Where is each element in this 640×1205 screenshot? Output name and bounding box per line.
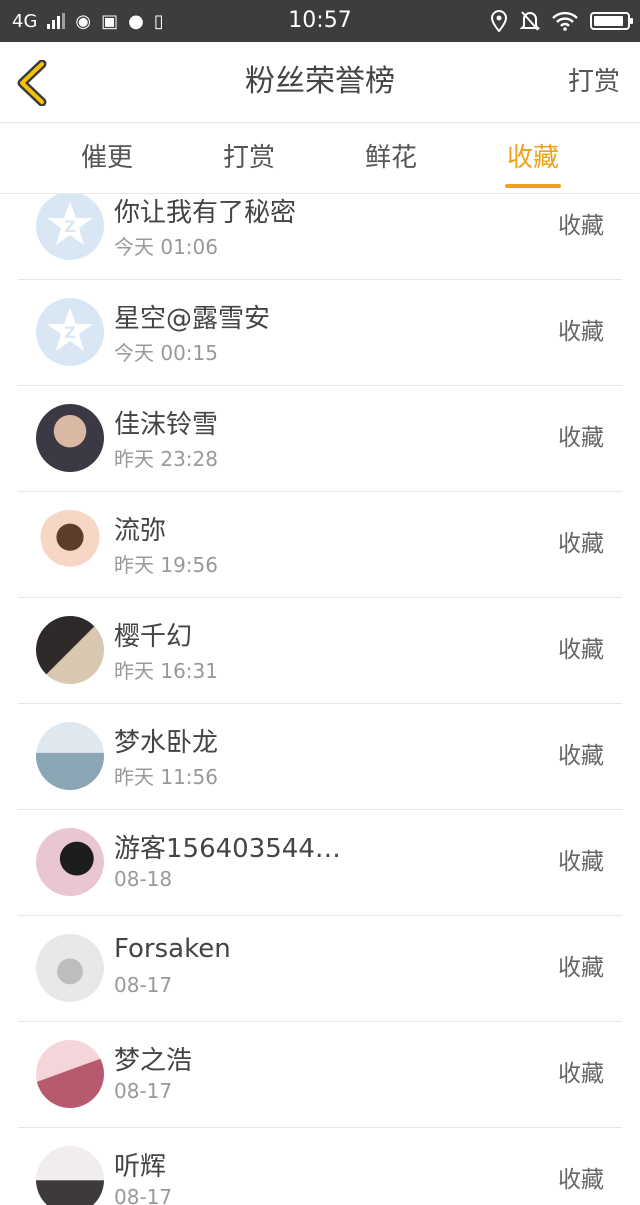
action-label: 收藏 — [558, 849, 604, 875]
list-item[interactable]: 流弥 昨天 19:56 收藏 — [18, 492, 622, 598]
tab-flowers[interactable]: 鲜花 — [320, 123, 462, 193]
user-name: 佳沫铃雪 — [114, 410, 219, 440]
user-name: 星空@露雪安 — [114, 304, 271, 334]
action-time: 昨天 19:56 — [114, 553, 218, 577]
avatar: Z — [36, 194, 104, 260]
list-item[interactable]: Forsaken 08-17 收藏 — [18, 916, 622, 1022]
action-time: 08-17 — [114, 973, 173, 997]
page-title: 粉丝荣誉榜 — [245, 64, 395, 99]
avatar — [36, 722, 104, 790]
list-item[interactable]: 佳沫铃雪 昨天 23:28 收藏 — [18, 386, 622, 492]
avatar — [36, 1146, 104, 1205]
status-bar: 4G ◉ ▣ ● ▯ 10:57 — [0, 0, 640, 42]
back-arrow-icon — [17, 59, 47, 107]
action-time: 08-17 — [114, 1185, 173, 1205]
action-label: 收藏 — [558, 743, 604, 769]
action-label: 收藏 — [558, 531, 604, 557]
default-avatar-icon: Z — [47, 308, 93, 351]
user-name: 你让我有了秘密 — [114, 198, 297, 228]
tab-bar: 催更 打赏 鲜花 收藏 — [0, 123, 640, 194]
user-name: 樱千幻 — [114, 622, 193, 652]
action-time: 08-17 — [114, 1079, 173, 1103]
tab-urge[interactable]: 催更 — [36, 123, 178, 193]
list-item[interactable]: 樱千幻 昨天 16:31 收藏 — [18, 598, 622, 704]
list-item[interactable]: 听辉 08-17 收藏 — [18, 1128, 622, 1205]
reward-button[interactable]: 打赏 — [568, 42, 620, 122]
svg-text:Z: Z — [64, 323, 76, 342]
avatar: Z — [36, 298, 104, 366]
user-name: 梦之浩 — [114, 1046, 193, 1076]
action-label: 收藏 — [558, 955, 604, 981]
user-name: 听辉 — [114, 1152, 167, 1182]
user-name: 流弥 — [114, 516, 167, 546]
action-label: 收藏 — [558, 637, 604, 663]
user-name: 梦水卧龙 — [114, 728, 219, 758]
battery-icon — [590, 12, 633, 30]
action-time: 08-18 — [114, 867, 173, 891]
back-button[interactable] — [14, 59, 54, 107]
tab-favorites[interactable]: 收藏 — [462, 123, 604, 193]
list-item[interactable]: 游客156403544… 08-18 收藏 — [18, 810, 622, 916]
user-name: Forsaken — [114, 934, 231, 964]
wifi-icon — [552, 11, 578, 31]
avatar — [36, 616, 104, 684]
action-time: 今天 00:15 — [114, 341, 218, 365]
avatar — [36, 510, 104, 578]
avatar — [36, 828, 104, 896]
action-time: 今天 01:06 — [114, 235, 218, 259]
avatar — [36, 1040, 104, 1108]
action-time: 昨天 23:28 — [114, 447, 218, 471]
list-item[interactable]: 梦之浩 08-17 收藏 — [18, 1022, 622, 1128]
action-time: 昨天 11:56 — [114, 765, 218, 789]
list-item[interactable]: 梦水卧龙 昨天 11:56 收藏 — [18, 704, 622, 810]
action-label: 收藏 — [558, 1061, 604, 1087]
tab-reward[interactable]: 打赏 — [178, 123, 320, 193]
list-item[interactable]: Z 星空@露雪安 今天 00:15 收藏 — [18, 280, 622, 386]
svg-text:Z: Z — [64, 217, 76, 236]
action-label: 收藏 — [558, 213, 604, 239]
list-item[interactable]: Z 你让我有了秘密 今天 01:06 收藏 — [18, 194, 622, 280]
user-name: 游客156403544… — [114, 834, 341, 864]
avatar — [36, 934, 104, 1002]
action-label: 收藏 — [558, 319, 604, 345]
fan-list[interactable]: Z 你让我有了秘密 今天 01:06 收藏 Z 星空@露雪安 今天 00:15 … — [0, 194, 640, 1205]
top-nav: 粉丝荣誉榜 打赏 — [0, 42, 640, 123]
status-right — [490, 0, 633, 42]
default-avatar-icon: Z — [47, 202, 93, 245]
action-label: 收藏 — [558, 425, 604, 451]
avatar — [36, 404, 104, 472]
action-time: 昨天 16:31 — [114, 659, 218, 683]
action-label: 收藏 — [558, 1167, 604, 1193]
location-icon — [490, 10, 508, 32]
mute-bell-icon — [520, 11, 540, 31]
